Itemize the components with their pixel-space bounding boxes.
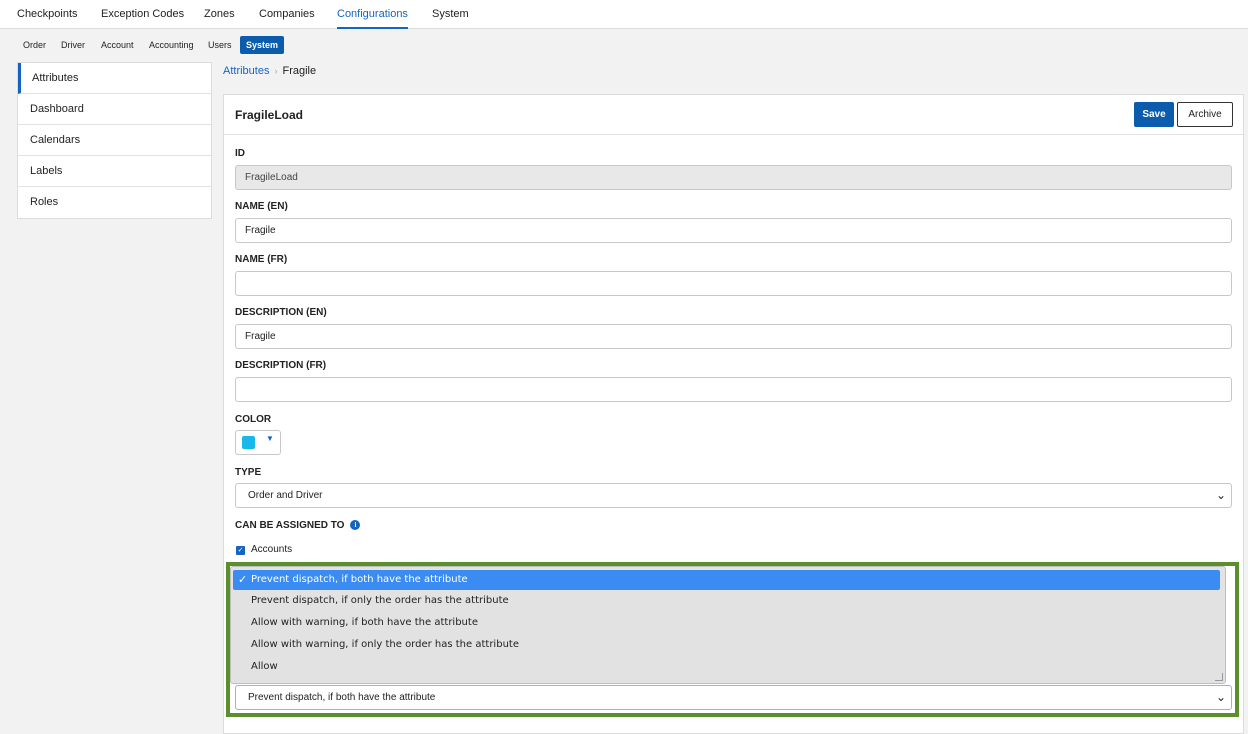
tab-exception-codes[interactable]: Exception Codes [101,8,184,29]
type-select[interactable]: Order and Driver ⌄ [235,483,1232,508]
save-button[interactable]: Save [1134,102,1174,127]
color-label: COLOR [235,414,272,425]
sidebar-item-attributes[interactable]: Attributes [18,63,211,94]
breadcrumb: Attributes › Fragile [223,65,316,77]
subtab-users[interactable]: Users [208,40,232,50]
tab-zones[interactable]: Zones [204,8,235,29]
description-fr-field[interactable] [235,377,1232,402]
id-label: ID [235,148,245,159]
name-en-label: NAME (EN) [235,201,288,212]
name-fr-field[interactable] [235,271,1232,296]
subtab-account[interactable]: Account [101,40,134,50]
highlight-box [226,562,1239,717]
can-be-assigned-label: CAN BE ASSIGNED TO i [235,520,361,531]
sidebar-item-roles[interactable]: Roles [18,187,211,218]
subtab-driver[interactable]: Driver [61,40,85,50]
subtab-accounting[interactable]: Accounting [149,40,194,50]
accounts-checkbox[interactable]: ✓ [236,546,245,555]
type-label: TYPE [235,467,262,478]
breadcrumb-current: Fragile [282,65,317,77]
sidebar: Attributes Dashboard Calendars Labels Ro… [17,62,212,219]
name-fr-label: NAME (FR) [235,254,288,265]
tab-checkpoints[interactable]: Checkpoints [17,8,78,29]
can-be-assigned-text: CAN BE ASSIGNED TO [235,520,345,531]
description-fr-label: DESCRIPTION (FR) [235,360,327,371]
panel-header: FragileLoad Save Archive [224,95,1243,135]
tab-configurations[interactable]: Configurations [337,8,408,29]
page-title: FragileLoad [235,108,304,122]
id-field: FragileLoad [235,165,1232,190]
breadcrumb-attributes-link[interactable]: Attributes [223,65,269,77]
sidebar-item-dashboard[interactable]: Dashboard [18,94,211,125]
info-icon[interactable]: i [350,520,361,531]
sidebar-item-calendars[interactable]: Calendars [18,125,211,156]
tab-companies[interactable]: Companies [259,8,315,29]
archive-button[interactable]: Archive [1177,102,1233,127]
type-select-value: Order and Driver [248,490,323,501]
description-en-field[interactable]: Fragile [235,324,1232,349]
top-nav: Checkpoints Exception Codes Zones Compan… [0,0,1248,29]
sidebar-item-labels[interactable]: Labels [18,156,211,187]
subtab-order[interactable]: Order [23,40,46,50]
color-picker[interactable]: ▼ [235,430,281,455]
description-en-label: DESCRIPTION (EN) [235,307,327,318]
color-swatch [242,436,255,449]
name-en-field[interactable]: Fragile [235,218,1232,243]
caret-down-icon: ▼ [266,434,274,443]
subtab-system[interactable]: System [240,36,285,54]
sub-nav: Order Driver Account Accounting Users Sy… [0,30,1248,60]
accounts-checkbox-label: Accounts [251,544,293,555]
tab-system[interactable]: System [432,8,469,29]
chevron-down-icon: ⌄ [1215,488,1226,502]
breadcrumb-separator-icon: › [274,66,278,76]
